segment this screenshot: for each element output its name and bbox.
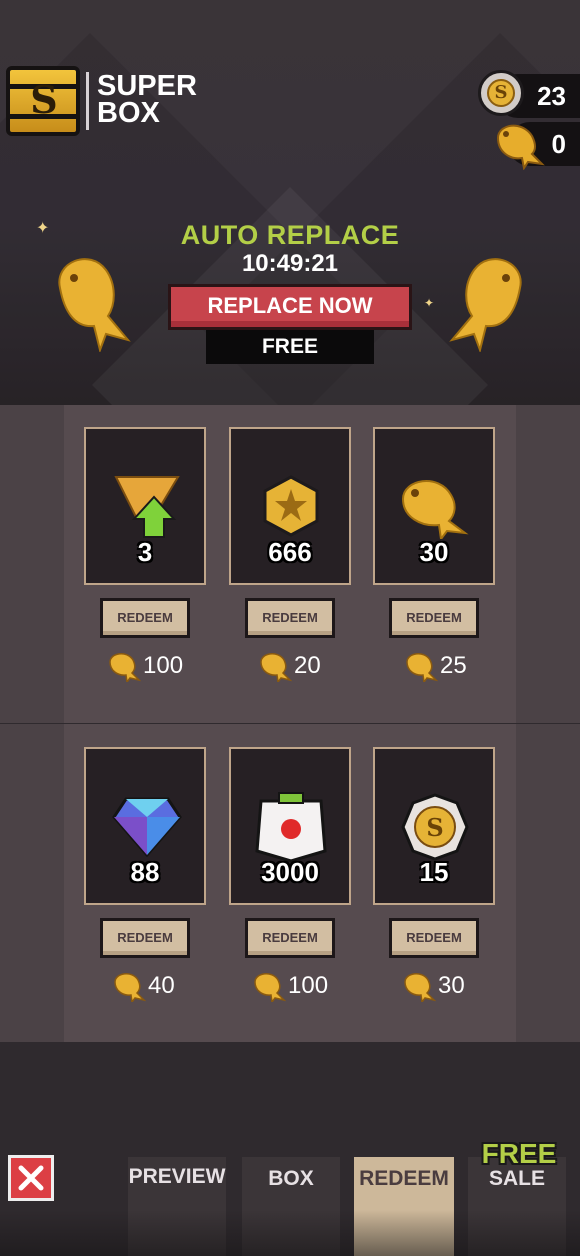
reward-quantity: 30 [419,537,449,567]
super-coin-icon: S [478,70,524,116]
reward-quantity: 15 [419,857,449,887]
auto-replace-label: AUTO REPLACE [180,220,400,250]
fish-icon [496,124,545,170]
reward-card[interactable]: 3 [84,427,206,585]
close-icon [18,1165,44,1191]
fish-price-icon [114,973,146,1002]
redeem-button[interactable]: REDEEM [100,918,190,958]
redeem-price: 40 [90,970,212,1004]
price-value: 25 [440,652,467,679]
sparkle-icon: ✦ [424,296,435,310]
redeem-button[interactable]: REDEEM [245,598,335,638]
redeem-button[interactable]: REDEEM [245,918,335,958]
super-coin-icon: S [401,793,469,861]
fish-price-icon [406,653,438,682]
reward-card[interactable]: 88 [84,747,206,905]
golden-fish-left-icon [58,258,131,352]
tab-box[interactable]: BOX [242,1157,340,1256]
logo-letter: S [30,77,58,122]
super-box-logo-icon: S [6,66,80,136]
page-title: SUPER BOX [97,70,227,129]
redeem-button[interactable]: REDEEM [100,598,190,638]
replace-now-button[interactable]: REPLACE NOW [168,284,412,330]
redeem-price: 25 [382,650,504,684]
price-value: 40 [148,972,175,999]
golden-fish-right-icon [449,258,522,352]
price-value: 20 [294,652,321,679]
coin-letter: S [487,79,515,107]
reward-card[interactable]: 666 [229,427,351,585]
fish-icon [401,480,469,539]
close-button[interactable] [8,1155,54,1201]
star-coin-icon [263,475,319,537]
title-line-2: BOX [97,97,160,129]
reward-card[interactable]: 30 [373,427,495,585]
fish-price-icon [260,653,292,682]
logo-divider [86,72,89,130]
box-icon [255,792,327,863]
gem-icon [112,797,182,857]
price-value: 100 [143,652,184,679]
redeem-price: 100 [85,650,207,684]
replace-timer: 10:49:21 [241,250,339,277]
tab-preview[interactable]: PREVIEW [128,1157,226,1256]
fish-price-icon [254,973,286,1002]
fish-price-icon [404,973,436,1002]
redeem-price: 30 [380,970,502,1004]
redeem-button[interactable]: REDEEM [389,918,479,958]
price-value: 100 [288,972,329,999]
tab-sale[interactable]: SALE [468,1157,566,1256]
fish-count: 0 [551,129,566,159]
reward-quantity: 3 [137,537,153,567]
reward-card[interactable]: 3000 [229,747,351,905]
title-line-1: SUPER [97,70,197,102]
tab-redeem[interactable]: REDEEM [354,1157,454,1256]
rank-up-icon [114,476,180,538]
redeem-price: 100 [230,970,352,1004]
redeem-button[interactable]: REDEEM [389,598,479,638]
sparkle-icon: ✦ [36,218,50,237]
svg-text:S: S [426,813,443,842]
reward-quantity: 88 [130,857,160,887]
redeem-price: 20 [236,650,358,684]
fish-price-icon [109,653,141,682]
coin-count: 23 [537,81,566,111]
replace-cost-label: FREE [206,330,374,364]
price-value: 30 [438,972,465,999]
reward-quantity: 666 [268,537,312,567]
sale-free-badge: FREE [481,1138,557,1169]
reward-quantity: 3000 [261,857,319,887]
reward-card[interactable]: S 15 [373,747,495,905]
